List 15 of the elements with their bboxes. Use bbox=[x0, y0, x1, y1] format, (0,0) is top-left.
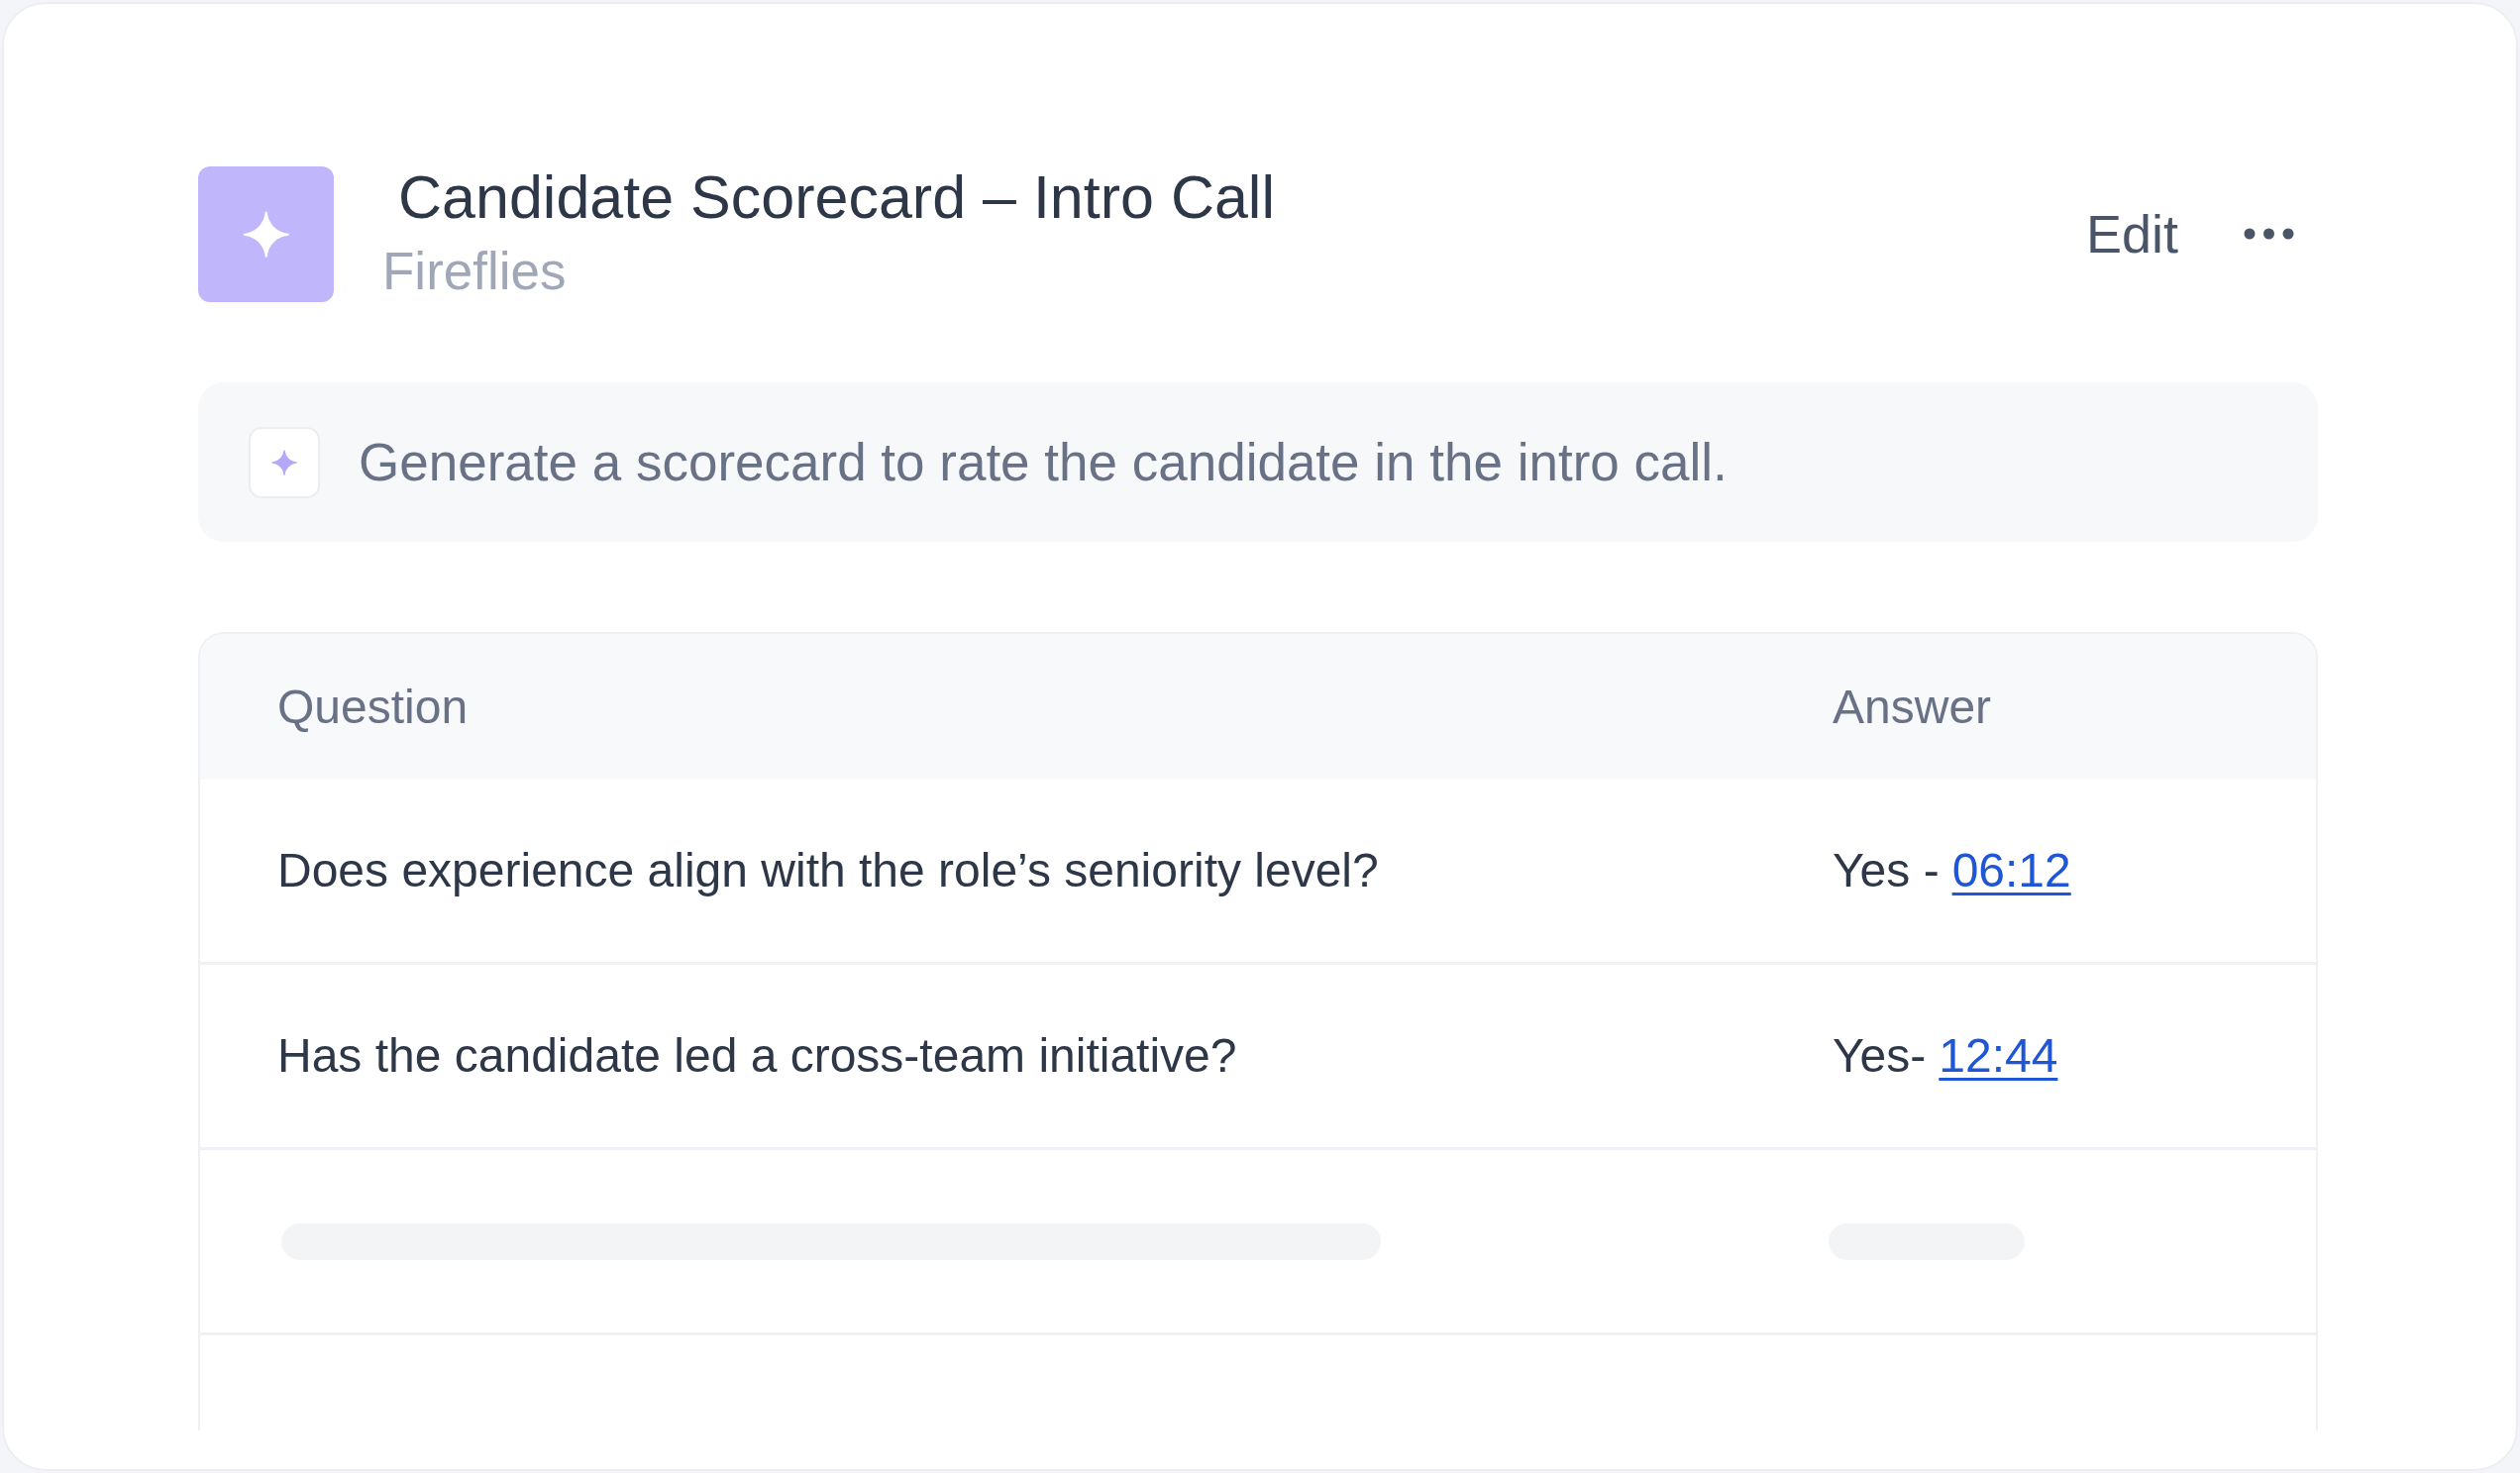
column-header: Answer bbox=[1833, 679, 1992, 735]
answer-text: Yes- bbox=[1833, 1028, 1927, 1084]
prompt-text: Generate a scorecard to rate the candidate in the intro call. bbox=[359, 431, 1728, 493]
question-cell-text: Has the candidate led a cross-team initiative? bbox=[277, 1028, 1237, 1084]
more-options-icon[interactable] bbox=[2244, 228, 2294, 240]
source-label: Fireflies bbox=[382, 241, 567, 302]
question-cell-text: Does experience align with the role’s seniority level? bbox=[277, 843, 1379, 898]
sparkle-icon bbox=[249, 426, 320, 498]
sparkle-icon bbox=[198, 165, 334, 302]
timestamp-link[interactable]: 06:12 bbox=[1951, 842, 2071, 899]
timestamp-link[interactable]: 12:44 bbox=[1939, 1027, 2058, 1085]
column-header: Question bbox=[277, 679, 469, 735]
answer-text: Yes - bbox=[1833, 843, 1940, 898]
scorecard-title: Candidate Scorecard – Intro Call bbox=[398, 165, 1275, 229]
edit-button[interactable]: Edit bbox=[2085, 203, 2178, 264]
